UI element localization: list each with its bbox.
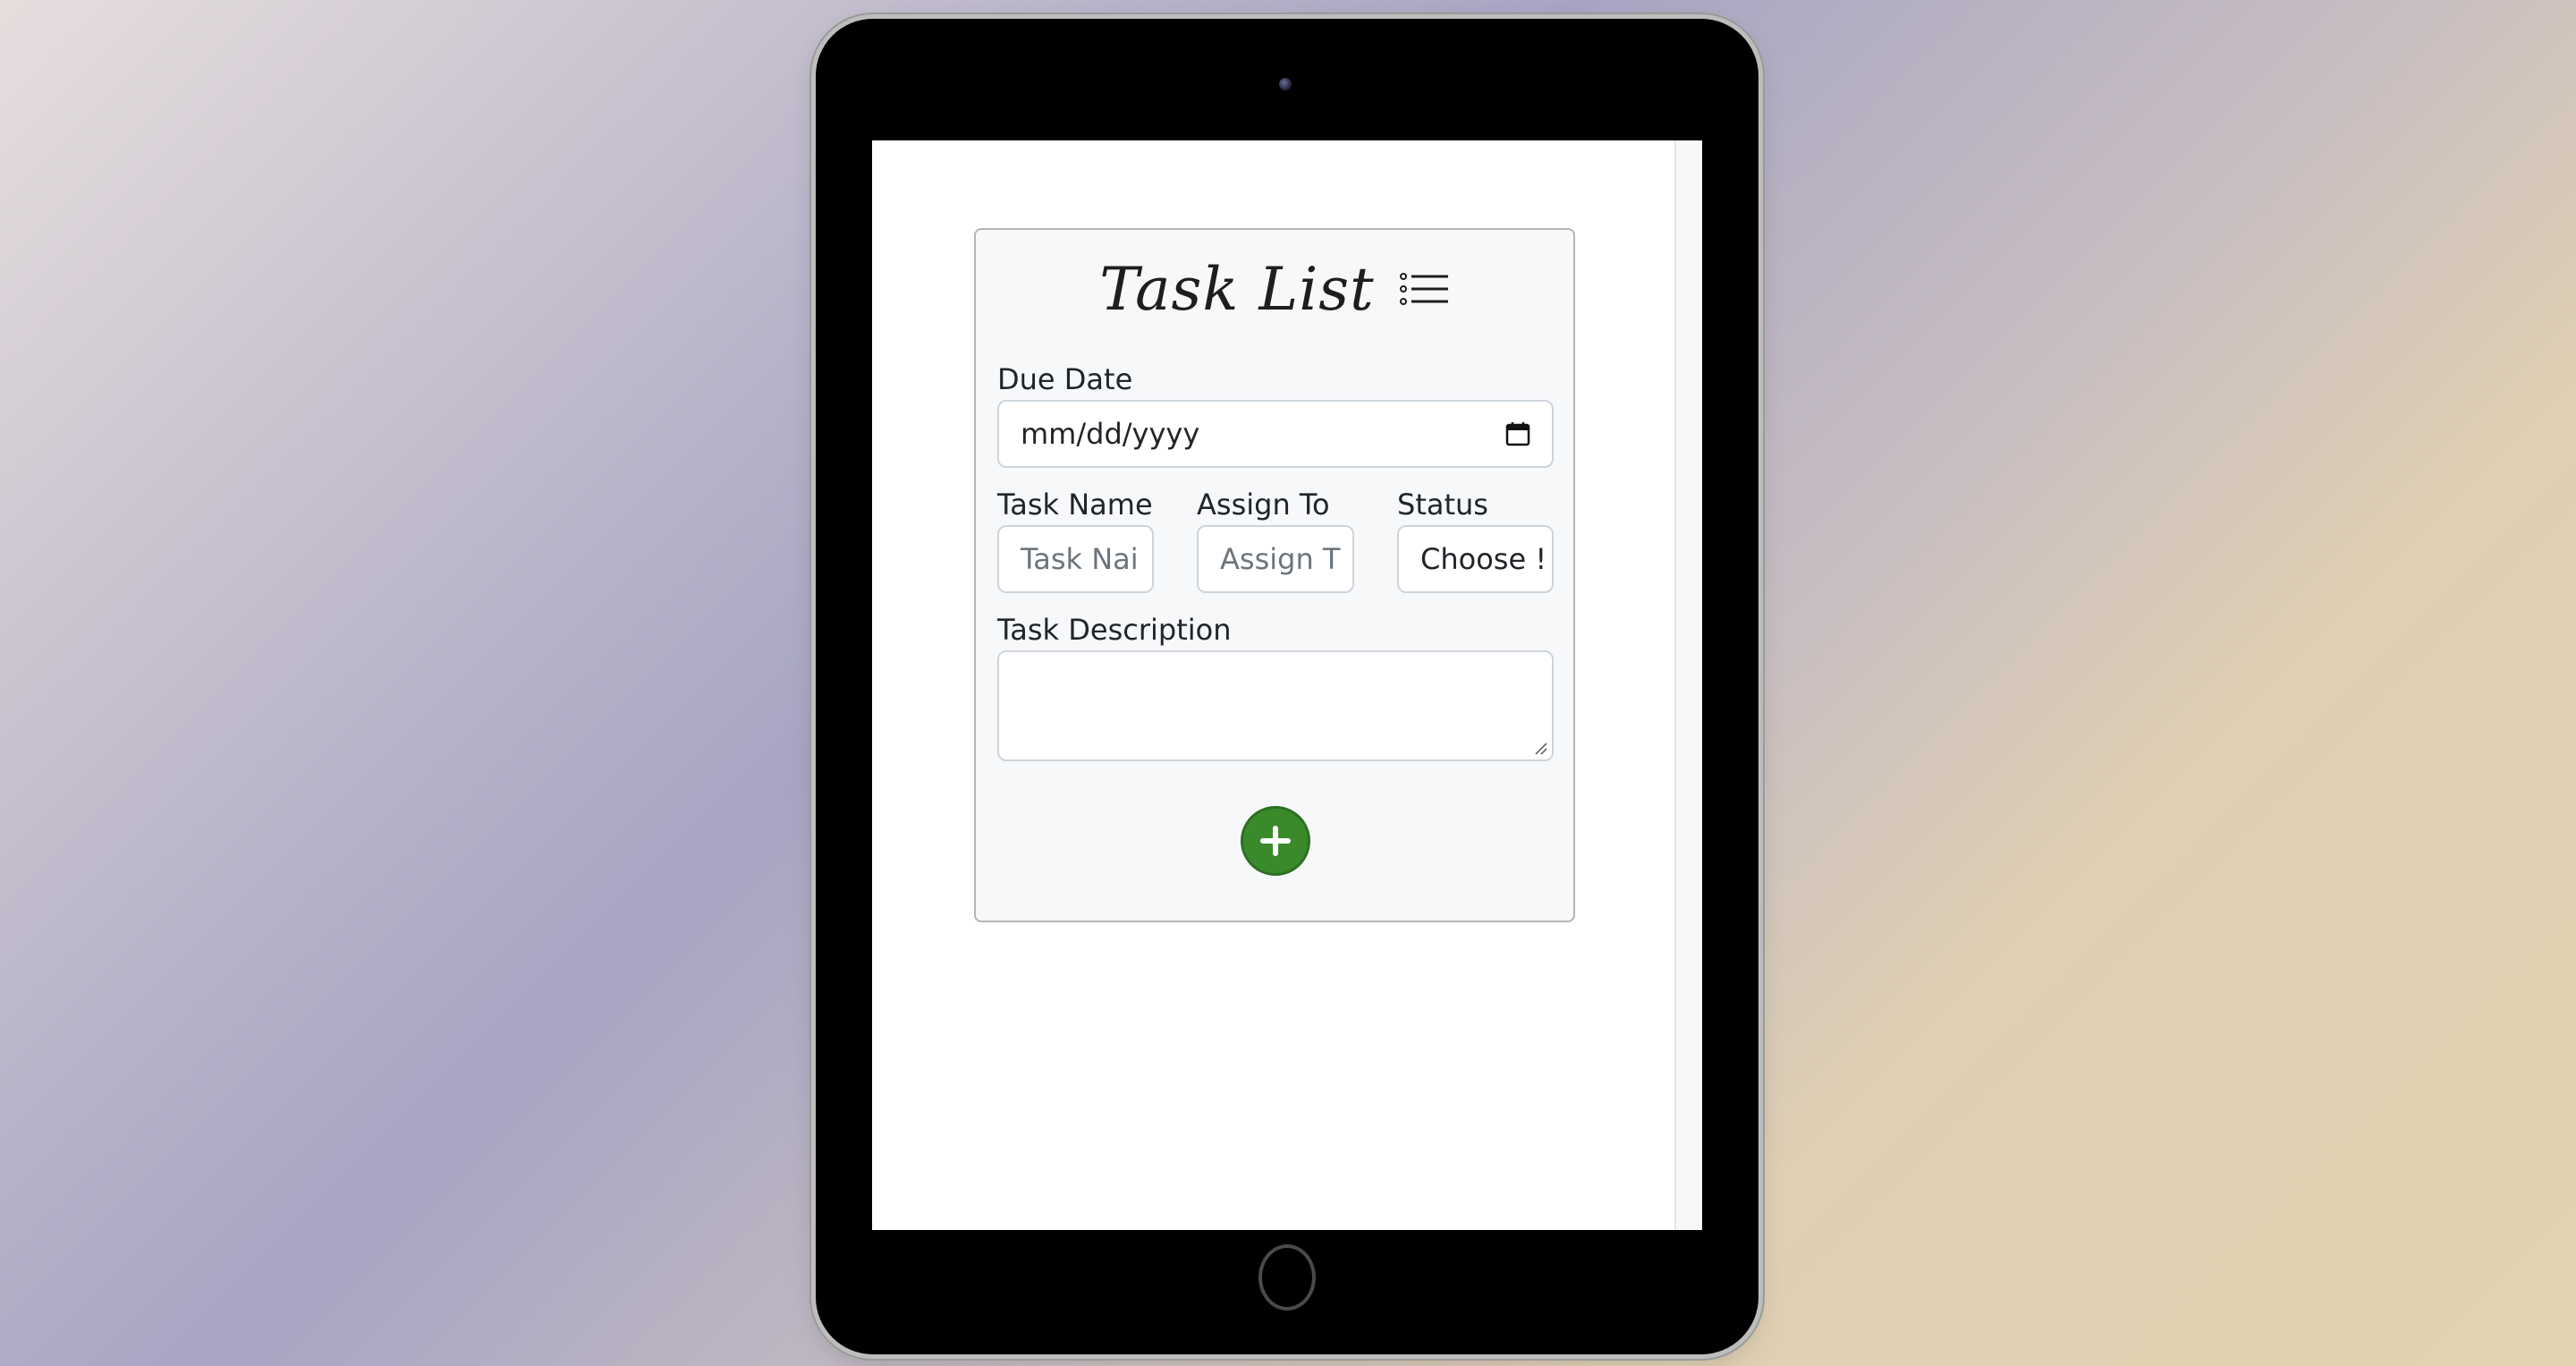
task-description-textarea[interactable] bbox=[997, 650, 1554, 761]
task-name-label: Task Name bbox=[997, 488, 1153, 522]
task-form-card: Task List Due Date mm/dd/yyyy Task Name … bbox=[974, 228, 1575, 922]
task-name-placeholder: Task Nai bbox=[1021, 542, 1139, 576]
page-title: Task List bbox=[976, 244, 1573, 334]
title-text: Task List bbox=[1099, 254, 1375, 324]
due-date-input[interactable]: mm/dd/yyyy bbox=[997, 400, 1554, 468]
status-selected-value: Choose ! bbox=[1420, 542, 1547, 576]
add-task-button[interactable] bbox=[1241, 806, 1310, 876]
home-button[interactable] bbox=[1258, 1244, 1316, 1311]
assign-to-label: Assign To bbox=[1197, 488, 1330, 522]
assign-to-placeholder: Assign T bbox=[1220, 542, 1341, 576]
scrollbar[interactable] bbox=[1674, 140, 1702, 1230]
status-label: Status bbox=[1397, 488, 1488, 522]
tablet-device: Task List Due Date mm/dd/yyyy Task Name … bbox=[816, 19, 1758, 1354]
list-icon bbox=[1399, 273, 1448, 305]
assign-to-input[interactable]: Assign T bbox=[1197, 525, 1354, 593]
status-select[interactable]: Choose ! bbox=[1397, 525, 1554, 593]
task-name-input[interactable]: Task Nai bbox=[997, 525, 1154, 593]
task-description-label: Task Description bbox=[997, 613, 1232, 647]
calendar-icon[interactable] bbox=[1505, 421, 1530, 446]
camera-icon bbox=[1279, 78, 1292, 90]
screen: Task List Due Date mm/dd/yyyy Task Name … bbox=[872, 140, 1702, 1230]
due-date-label: Due Date bbox=[997, 362, 1133, 396]
plus-icon bbox=[1260, 826, 1291, 856]
due-date-value: mm/dd/yyyy bbox=[1021, 417, 1200, 451]
resize-grip-icon[interactable] bbox=[1534, 742, 1548, 756]
